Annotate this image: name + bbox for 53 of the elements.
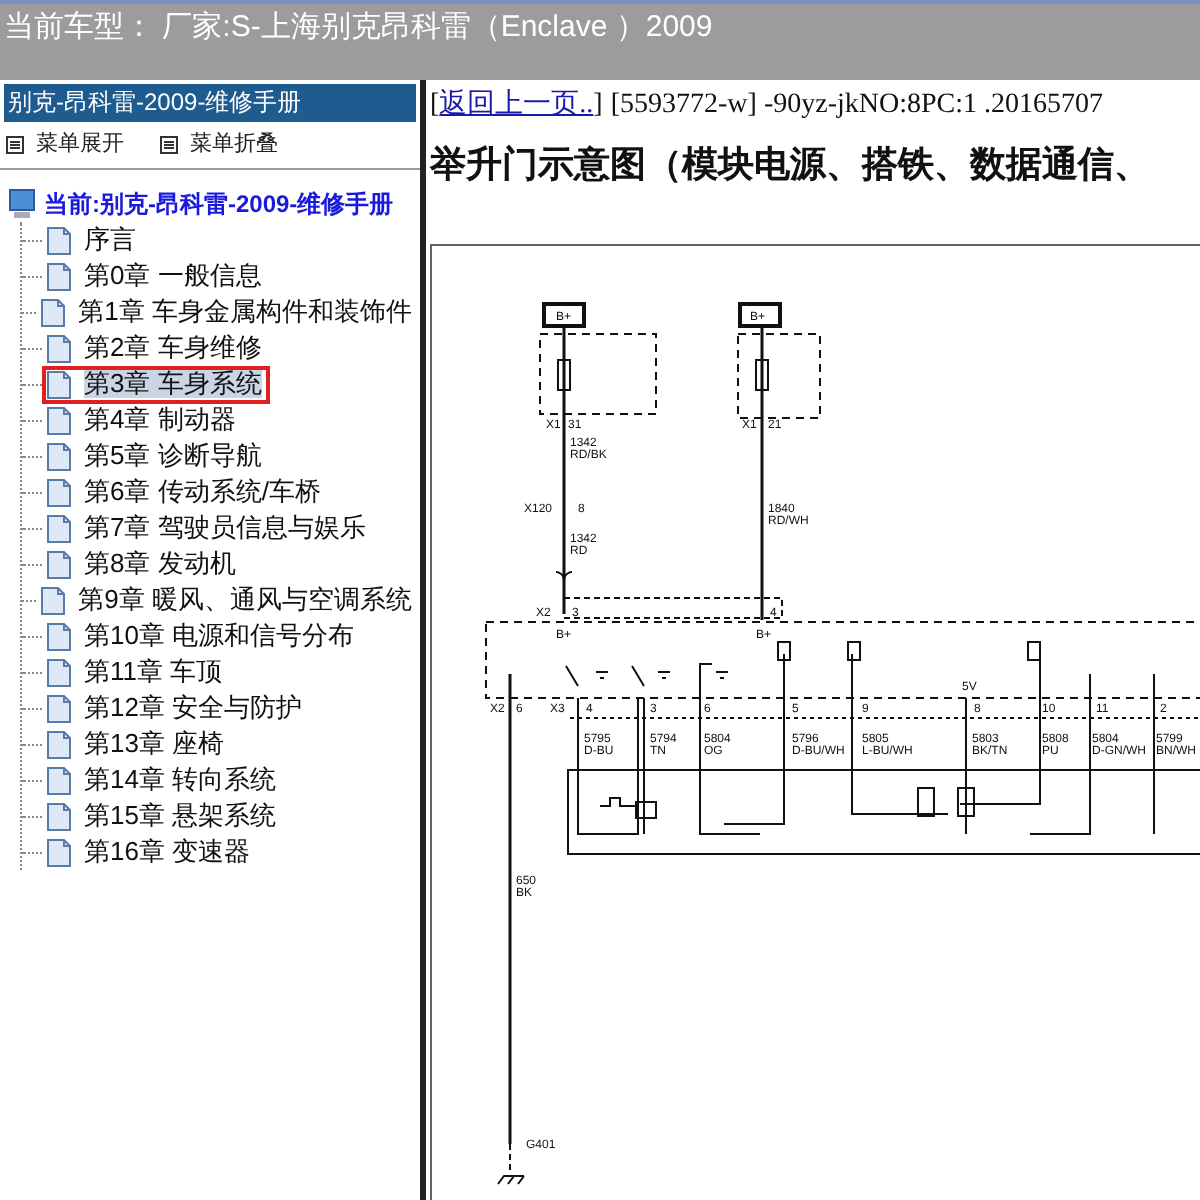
back-link[interactable]: 返回上一页.. [439,83,594,125]
computer-icon [8,188,36,220]
list-icon [160,136,178,154]
window-title: 当前车型： 厂家:S-上海别克昂科雷（Enclave ）2009 [4,10,713,44]
tree-item[interactable]: 第0章 一般信息 [42,257,270,295]
tree-item[interactable]: 第5章 诊断导航 [42,437,270,475]
fuse-block [539,333,657,415]
document-icon [46,621,72,651]
document-icon [46,369,72,399]
tree-item[interactable]: 第4章 制动器 [42,401,244,439]
list-icon [6,136,24,154]
tree-item[interactable]: 序言 [42,221,144,259]
tree-item[interactable]: 第15章 悬架系统 [42,797,285,835]
page-heading: 举升门示意图（模块电源、搭铁、数据通信、 [430,141,1150,187]
menu-toggle-button[interactable]: 菜单展开 [6,128,124,162]
document-icon [46,477,72,507]
document-icon [46,693,72,723]
document-icon [46,333,72,363]
bracket-text: ] [593,87,603,123]
tree-item[interactable]: 第8章 发动机 [42,545,244,583]
document-icon [46,441,72,471]
document-icon [46,729,72,759]
power-terminal [542,302,586,328]
document-icon [46,261,72,291]
document-icon [46,801,72,831]
document-icon [40,585,67,615]
tree-item[interactable]: 第3章 车身系统 [42,365,270,403]
tree-item[interactable]: 第7章 驾驶员信息与娱乐 [42,509,374,547]
document-icon [46,405,72,435]
tree-item[interactable]: 第9章 暖风、通风与空调系统 [36,581,420,619]
document-info: [5593772-w] -90yz-jkNO:8PC:1 .20165707 [610,87,1103,123]
tree-item[interactable]: 第12章 安全与防护 [42,689,311,727]
tree-item[interactable]: 第6章 传动系统/车桥 [42,473,329,511]
tree-item[interactable]: 第11章 车顶 [42,653,231,691]
tree-item[interactable]: 第16章 变速器 [42,833,259,871]
tree-item[interactable]: 第10章 电源和信号分布 [42,617,363,655]
document-icon [46,657,72,687]
document-icon [46,765,72,795]
fuse-block [737,333,821,419]
sidebar-header: 别克-昂科雷-2009-维修手册 [4,84,416,122]
tree-root-label[interactable]: 当前:别克-昂科雷-2009-维修手册 [44,186,394,222]
document-icon [46,513,72,543]
document-icon [46,837,72,867]
document-icon [40,297,67,327]
menu-toggle-button[interactable]: 菜单折叠 [160,128,278,162]
tree-item[interactable]: 第2章 车身维修 [42,329,270,367]
document-icon [46,225,72,255]
tree-item[interactable]: 第13章 座椅 [42,725,233,763]
tree-item[interactable]: 第14章 转向系统 [42,761,285,799]
tree-item[interactable]: 第1章 车身金属构件和装饰件 [36,293,420,331]
bracket-text: [ [430,87,440,123]
document-icon [46,549,72,579]
power-terminal [738,302,782,328]
